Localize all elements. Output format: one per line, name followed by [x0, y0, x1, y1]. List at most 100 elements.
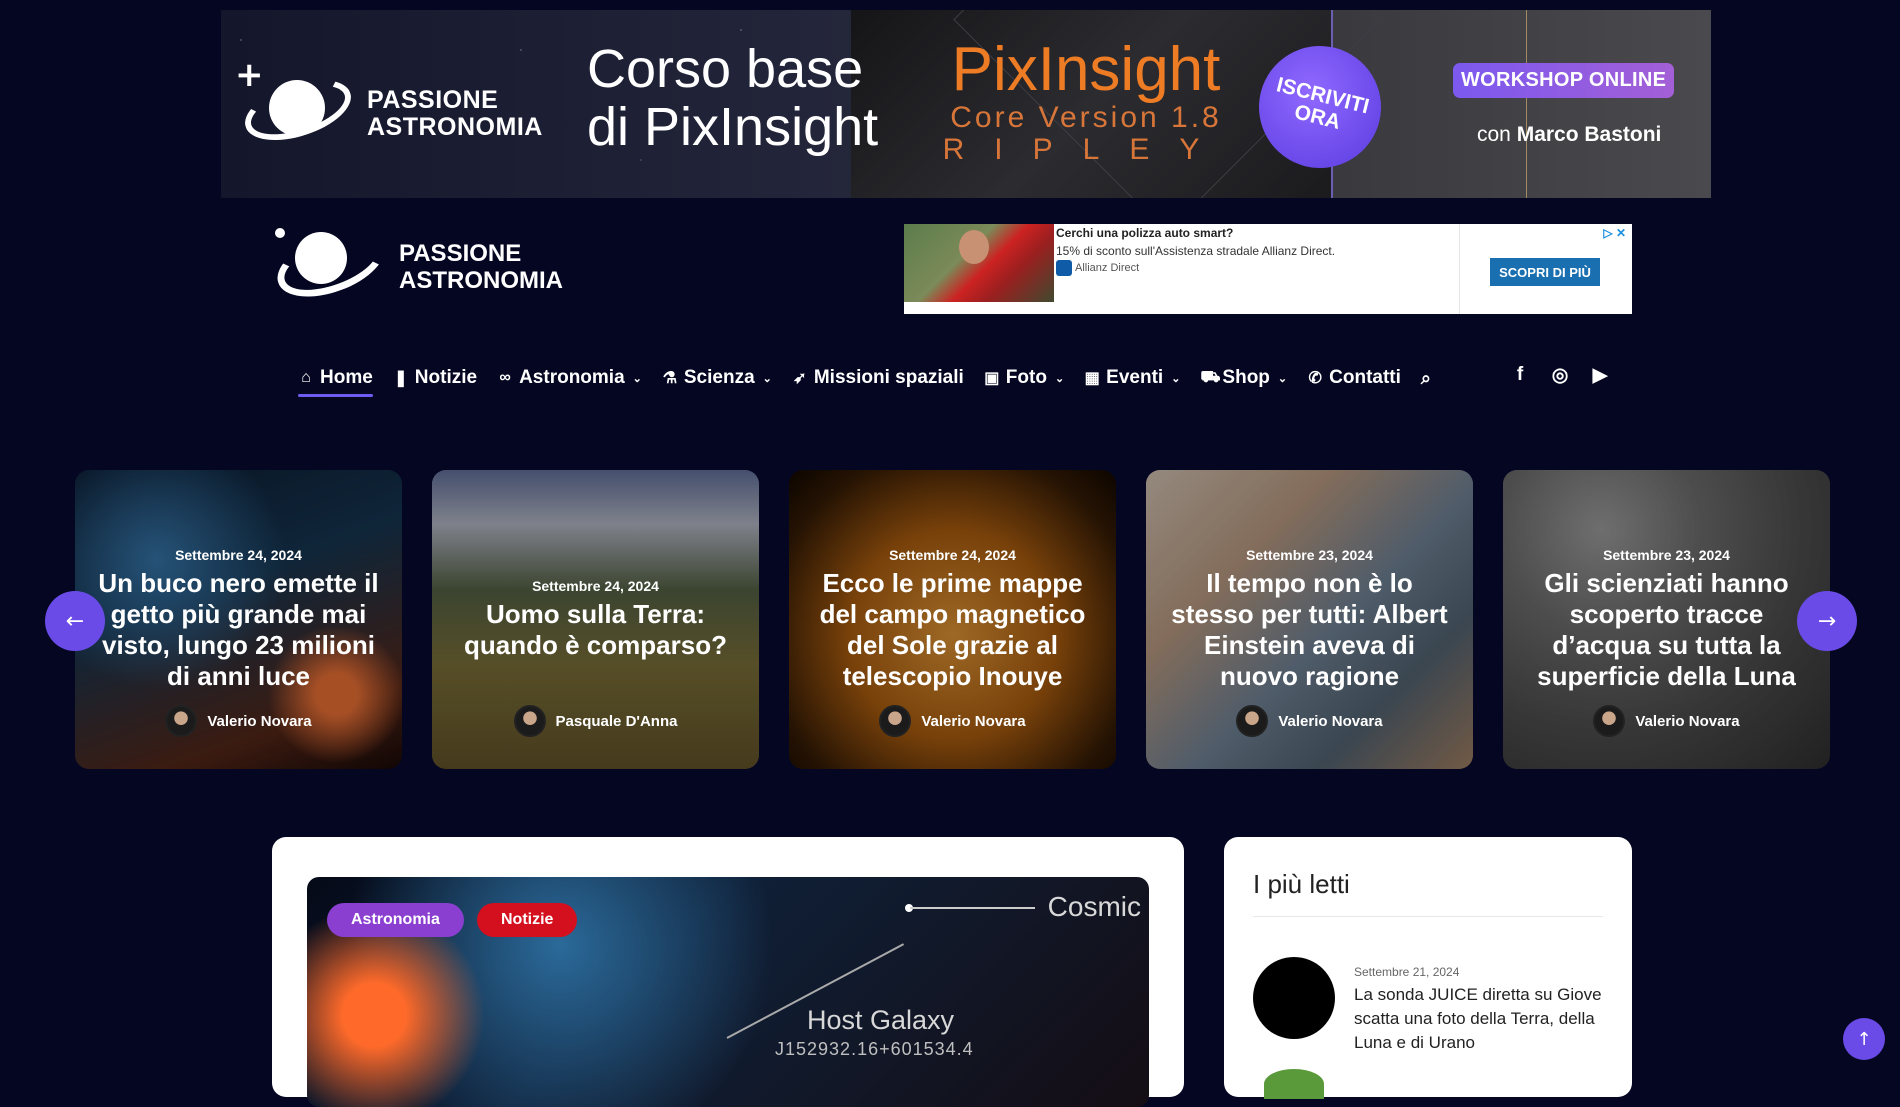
- search-icon[interactable]: ⌕: [1421, 368, 1431, 389]
- presenter-name: Marco Bastoni: [1516, 123, 1662, 146]
- logo-dot: [275, 228, 285, 238]
- card-date: Settembre 23, 2024: [1246, 547, 1373, 563]
- chevron-down-icon: ⌄: [1277, 372, 1288, 385]
- nav-item-label: Shop: [1222, 367, 1270, 388]
- site-logo-text: PASSIONE ASTRONOMIA: [399, 240, 563, 294]
- author-name: Valerio Novara: [1278, 712, 1383, 730]
- pix-title: PixInsight: [951, 35, 1221, 104]
- slider-card[interactable]: Settembre 23, 2024 Gli scienziati hanno …: [1503, 470, 1830, 769]
- nav-item-contatti[interactable]: ✆ Contatti: [1307, 367, 1401, 389]
- card-date: Settembre 24, 2024: [532, 578, 659, 594]
- ad-advertiser-name: Allianz Direct: [1075, 262, 1140, 274]
- card-title[interactable]: Il tempo non è lo stesso per tutti: Albe…: [1162, 568, 1457, 692]
- banner-brand-line2: ASTRONOMIA: [367, 113, 543, 141]
- nav-item-eventi[interactable]: ▦ Eventi ⌄: [1084, 367, 1181, 389]
- slider-prev-button[interactable]: ←: [45, 591, 105, 651]
- image-label-host: Host Galaxy: [807, 1005, 955, 1035]
- nav-item-label: Contatti: [1329, 367, 1401, 388]
- pix-ripley: RIPLEY: [942, 133, 1230, 166]
- nav-item-notizie[interactable]: ❚ Notizie: [393, 367, 477, 389]
- banner-brand-name: PASSIONE ASTRONOMIA: [367, 87, 543, 141]
- widget-title: I più letti: [1253, 869, 1350, 899]
- card-author[interactable]: Valerio Novara: [1146, 705, 1473, 737]
- promo-banner[interactable]: + PASSIONE ASTRONOMIA Corso base di PixI…: [221, 10, 1711, 198]
- logo-line2: ASTRONOMIA: [399, 267, 563, 294]
- nav-item-label: Home: [320, 367, 373, 388]
- card-title[interactable]: Ecco le prime mappe del campo magnetico …: [805, 568, 1100, 692]
- post-date: Settembre 21, 2024: [1354, 965, 1460, 979]
- ad-image: [904, 224, 1054, 302]
- card-author[interactable]: Valerio Novara: [789, 705, 1116, 737]
- post-thumbnail[interactable]: [1264, 1069, 1324, 1099]
- cart-icon: ⛟: [1200, 369, 1221, 386]
- card-author[interactable]: Valerio Novara: [1503, 705, 1830, 737]
- chevron-down-icon: ⌄: [1054, 372, 1065, 385]
- featured-image[interactable]: Cosmic Host Galaxy J152932.16+601534.4 A…: [307, 877, 1149, 1107]
- nav-item-missioni-spaziali[interactable]: ➶ Missioni spaziali: [792, 367, 964, 389]
- flask-icon: ⚗: [662, 370, 678, 387]
- avatar: [165, 705, 198, 737]
- post-thumbnail[interactable]: [1253, 957, 1335, 1039]
- author-name: Valerio Novara: [921, 712, 1026, 730]
- image-label-coord: J152932.16+601534.4: [775, 1039, 974, 1059]
- nav-item-label: Eventi: [1106, 367, 1164, 388]
- card-title[interactable]: Uomo sulla Terra: quando è comparso?: [448, 599, 743, 661]
- adchoices-icon[interactable]: ▷ ✕: [1603, 226, 1626, 240]
- tag-astronomia[interactable]: Astronomia: [327, 903, 464, 937]
- banner-divider: [1526, 10, 1527, 198]
- nav-item-scienza[interactable]: ⚗ Scienza ⌄: [662, 367, 772, 389]
- nav-item-home[interactable]: ⌂ Home: [298, 367, 373, 397]
- nav-item-foto[interactable]: ▣ Foto ⌄: [984, 367, 1064, 389]
- nav-item-astronomia[interactable]: ∞ Astronomia ⌄: [497, 367, 642, 389]
- ad-image-face: [959, 230, 989, 264]
- slider-card[interactable]: Settembre 24, 2024 Ecco le prime mappe d…: [789, 470, 1116, 769]
- home-icon: ⌂: [301, 369, 311, 386]
- ad-headline[interactable]: Cerchi una polizza auto smart?: [1056, 226, 1233, 240]
- social-links: f ◎ ▶: [1510, 364, 1610, 387]
- camera-icon: ▣: [984, 370, 1000, 387]
- arrow-up-icon: ↑: [1856, 1028, 1872, 1050]
- card-date: Settembre 24, 2024: [889, 547, 1016, 563]
- author-name: Valerio Novara: [207, 712, 312, 730]
- avatar: [1593, 705, 1626, 737]
- featured-post-card: Cosmic Host Galaxy J152932.16+601534.4 A…: [272, 837, 1184, 1107]
- banner-logo: + PASSIONE ASTRONOMIA: [235, 58, 565, 162]
- post-title-link[interactable]: La sonda JUICE diretta su Giove scatta u…: [1354, 983, 1614, 1055]
- card-title[interactable]: Gli scienziati hanno scoperto tracce d’a…: [1519, 568, 1814, 692]
- banner-brand-line1: PASSIONE: [367, 86, 499, 114]
- slider-next-button[interactable]: →: [1797, 591, 1857, 651]
- phone-icon: ✆: [1308, 370, 1322, 387]
- card-author[interactable]: Pasquale D'Anna: [432, 705, 759, 737]
- instagram-icon[interactable]: ◎: [1550, 364, 1570, 387]
- chevron-down-icon: ⌄: [1171, 372, 1181, 385]
- course-line1: Corso base: [587, 39, 864, 99]
- site-logo[interactable]: PASSIONE ASTRONOMIA: [268, 218, 573, 310]
- tag-notizie[interactable]: Notizie: [477, 903, 578, 937]
- slider-card[interactable]: Settembre 24, 2024 Un buco nero emette i…: [75, 470, 402, 769]
- pixinsight-logo: PixInsight Core Version 1.8 RIPLEY: [936, 38, 1236, 166]
- nav-item-shop[interactable]: ⛟ Shop ⌄: [1200, 367, 1287, 389]
- iscriviti-label: ISCRIVITI ORA: [1274, 73, 1372, 134]
- chevron-down-icon: ⌄: [762, 372, 772, 385]
- slider-card[interactable]: Settembre 24, 2024 Uomo sulla Terra: qua…: [432, 470, 759, 769]
- ad-cta-button[interactable]: SCOPRI DI PIÙ: [1490, 258, 1600, 286]
- calendar-icon: ▦: [1084, 370, 1100, 387]
- course-line2: di PixInsight: [587, 97, 879, 157]
- card-author[interactable]: Valerio Novara: [75, 705, 402, 737]
- image-label-cosmic: Cosmic: [1047, 891, 1141, 922]
- ad-description: 15% di sconto sull'Assistenza stradale A…: [1056, 244, 1336, 258]
- facebook-icon[interactable]: f: [1510, 364, 1530, 387]
- advertisement[interactable]: Cerchi una polizza auto smart? 15% di sc…: [904, 224, 1632, 314]
- allianz-icon: [1056, 260, 1072, 276]
- author-name: Pasquale D'Anna: [555, 712, 678, 730]
- ad-advertiser: Allianz Direct: [1056, 260, 1139, 276]
- plus-icon: +: [235, 55, 264, 95]
- youtube-icon[interactable]: ▶: [1590, 364, 1610, 387]
- scroll-to-top-button[interactable]: ↑: [1843, 1018, 1885, 1060]
- card-title[interactable]: Un buco nero emette il getto più grande …: [91, 568, 386, 692]
- presenter-prefix: con: [1477, 123, 1511, 146]
- widget-divider: [1253, 916, 1603, 917]
- slider-card[interactable]: Settembre 23, 2024 Il tempo non è lo ste…: [1146, 470, 1473, 769]
- main-navigation: ⌂ Home ❚ Notizie ∞ Astronomia ⌄ ⚗ Scienz…: [298, 364, 1451, 397]
- nav-item-label: Astronomia: [519, 367, 625, 388]
